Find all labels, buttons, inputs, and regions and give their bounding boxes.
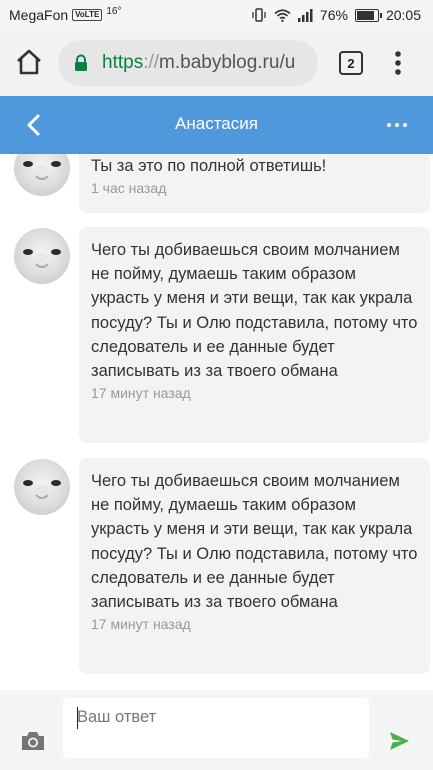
carrier-name: MegaFon (9, 7, 69, 23)
reply-input[interactable] (63, 698, 369, 758)
page-title: Анастасия (175, 114, 258, 133)
avatar[interactable] (14, 154, 70, 196)
url-scheme: https (102, 52, 144, 73)
tab-switcher-button[interactable]: 2 (339, 51, 363, 75)
avatar[interactable] (14, 459, 70, 515)
avatar-face-icon (23, 249, 61, 268)
temperature: 16° (106, 5, 122, 17)
message-list[interactable]: Ты за это по полной ответишь! 1 час наза… (0, 154, 433, 690)
status-bar-left: MegaFon VoLTE 16° (9, 5, 122, 24)
address-bar[interactable]: https://m.babyblog.ru/u (58, 40, 318, 86)
browser-toolbar: https://m.babyblog.ru/u 2 (0, 30, 433, 96)
browser-menu-icon[interactable] (390, 50, 406, 76)
url-host: m.babyblog.ru/u (159, 52, 296, 73)
url-text[interactable]: https://m.babyblog.ru/u (102, 52, 295, 74)
message-time: 17 минут назад (91, 616, 191, 633)
vibrate-icon (252, 8, 266, 22)
status-bar: MegaFon VoLTE 16° 76% 20:05 (0, 0, 433, 30)
message-bubble: Ты за это по полной ответишь! 1 час наза… (79, 154, 430, 213)
battery-icon (354, 8, 382, 22)
url-separator: :// (143, 52, 160, 73)
message-bubble: Чего ты добиваешься своим молчанием не п… (79, 227, 430, 443)
camera-icon[interactable] (20, 730, 46, 752)
conversation-header: Анастасия (0, 96, 433, 154)
clock: 20:05 (385, 7, 421, 23)
send-icon[interactable] (388, 730, 410, 752)
lock-icon (75, 54, 87, 71)
message-bubble: Чего ты добиваешься своим молчанием не п… (79, 458, 430, 674)
status-bar-right: 76% 20:05 (251, 7, 421, 23)
more-horizontal-icon[interactable] (385, 116, 409, 134)
home-icon[interactable] (14, 47, 44, 77)
wifi-icon (274, 8, 291, 22)
message-text: Ты за это по полной ответишь! (91, 157, 327, 175)
reply-composer (0, 690, 433, 770)
message-text: Чего ты добиваешься своим молчанием не п… (91, 472, 418, 612)
avatar[interactable] (14, 228, 70, 284)
volte-badge: VoLTE (72, 9, 103, 21)
message-time: 17 минут назад (91, 385, 191, 402)
text-caret (77, 707, 78, 729)
message-time: 1 час назад (91, 180, 167, 197)
battery-percent: 76% (319, 7, 348, 23)
avatar-face-icon (23, 480, 61, 499)
message-text: Чего ты добиваешься своим молчанием не п… (91, 241, 418, 381)
signal-icon (297, 8, 313, 22)
avatar-face-icon (23, 161, 61, 180)
